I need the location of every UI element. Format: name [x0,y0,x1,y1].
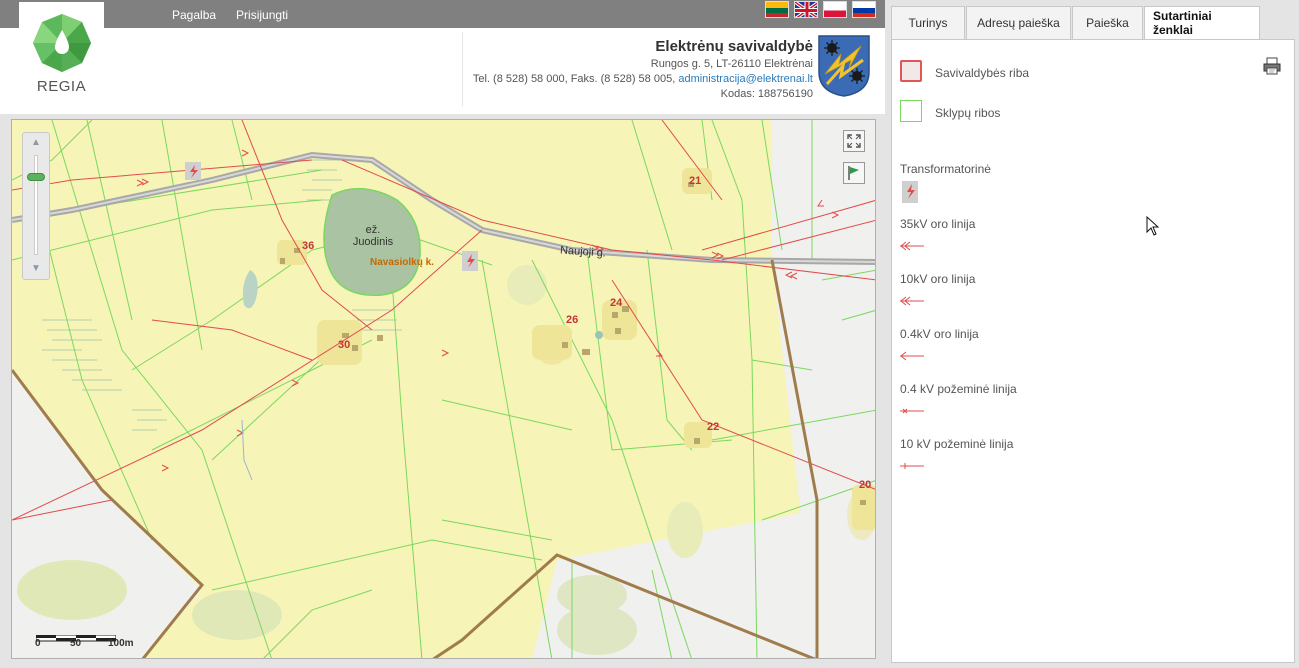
print-button[interactable] [1262,56,1282,76]
flag-lt-icon[interactable] [765,1,789,18]
house-number-21: 21 [689,175,702,187]
line-35kv-icon [900,241,924,251]
line-10kv-icon [900,296,924,306]
tab-legend[interactable]: Sutartiniai ženklai [1144,6,1260,39]
coat-of-arms-icon [817,34,871,98]
top-bar: Pagalba Prisijungti [0,0,885,28]
legend-04kv-line: 0.4kV oro linija [900,327,979,341]
help-link[interactable]: Pagalba [172,8,216,22]
fullscreen-button[interactable] [843,130,865,152]
regia-app: Pagalba Prisijungti Elektrėnų savivaldyb… [0,0,1299,668]
municipality-info: Elektrėnų savivaldybė Rungos g. 5, LT-26… [473,38,813,100]
house-number-22: 22 [707,421,720,433]
municipality-phone: Tel. (8 528) 58 000, Faks. (8 528) 58 00… [472,73,676,85]
tab-address-search[interactable]: Adresų paieška [966,6,1071,39]
municipality-title: Elektrėnų savivaldybė [655,38,813,55]
language-flags [765,1,876,18]
legend-panel: Savivaldybės riba Sklypų ribos Transform… [891,39,1295,663]
house-number-36: 36 [302,240,315,252]
lake-label-name: Juodinis [352,236,394,248]
header: Elektrėnų savivaldybė Rungos g. 5, LT-26… [0,28,885,114]
regia-logo-icon [32,14,91,72]
house-number-24: 24 [610,297,623,309]
header-separator [462,32,463,106]
scale-label-50: 50 [70,638,82,649]
zoom-control: ▲ ▼ [22,132,50,280]
village-label: Navasiolkų k. [370,257,434,268]
zoom-slider[interactable] [23,151,49,259]
municipal-boundary-swatch [900,60,922,82]
fullscreen-icon [847,134,861,148]
legend-04kv-underground: 0.4 kV požeminė linija [900,382,1017,396]
side-panel: Turinys Adresų paieška Paieška Sutartini… [886,0,1299,668]
zoom-out-button[interactable]: ▼ [23,259,49,277]
parcel-boundary-swatch [900,100,922,122]
zoom-slider-handle[interactable] [27,173,45,181]
line-04kv-icon [900,351,924,361]
regia-logo[interactable]: REGIA [19,2,104,100]
map-view[interactable]: ež. Juodinis Navasiolkų k. Naujoji g. 21… [11,119,876,659]
municipality-address: Rungos g. 5, LT-26110 Elektrėnai [650,58,813,70]
place-marker-button[interactable] [843,162,865,184]
map-canvas[interactable] [12,120,876,659]
scale-bar: 0 50 100m [35,630,134,649]
regia-logo-text: REGIA [36,78,87,95]
legend-10kv-line: 10kV oro linija [900,272,976,286]
house-number-30: 30 [338,339,351,351]
flag-ru-icon[interactable] [852,1,876,18]
zoom-in-button[interactable]: ▲ [23,133,49,151]
mouse-cursor-icon [1146,216,1160,236]
zoom-slider-track [34,155,38,255]
flag-gb-icon[interactable] [794,1,818,18]
tab-contents[interactable]: Turinys [891,6,965,39]
line-10kv-underground-icon [900,463,924,469]
flag-pl-icon[interactable] [823,1,847,18]
top-nav: Pagalba Prisijungti [172,8,288,22]
house-number-26: 26 [566,314,579,326]
legend-10kv-underground: 10 kV požeminė linija [900,437,1014,451]
login-link[interactable]: Prisijungti [236,8,288,22]
printer-icon [1263,57,1281,75]
house-number-20: 20 [859,479,872,491]
municipality-code: Kodas: 188756190 [720,88,813,100]
municipality-email-link[interactable]: administracija@elektrenai.lt [678,73,813,85]
line-04kv-underground-icon [900,408,924,414]
legend-parcel-boundary: Sklypų ribos [935,106,1001,120]
transformer-icon [902,181,918,203]
panel-tabs: Turinys Adresų paieška Paieška Sutartini… [891,6,1261,39]
legend-transformer: Transformatorinė [900,162,991,176]
legend-35kv-line: 35kV oro linija [900,217,976,231]
scale-label-100: 100m [108,638,134,649]
municipality-contacts: Tel. (8 528) 58 000, Faks. (8 528) 58 00… [473,73,813,85]
scale-label-0: 0 [35,638,41,649]
legend-municipal-boundary: Savivaldybės riba [935,66,1030,80]
lake-label-prefix: ež. [365,224,381,236]
lake-label: ež. Juodinis [348,224,398,248]
tab-search[interactable]: Paieška [1072,6,1143,39]
flag-icon [848,166,859,180]
